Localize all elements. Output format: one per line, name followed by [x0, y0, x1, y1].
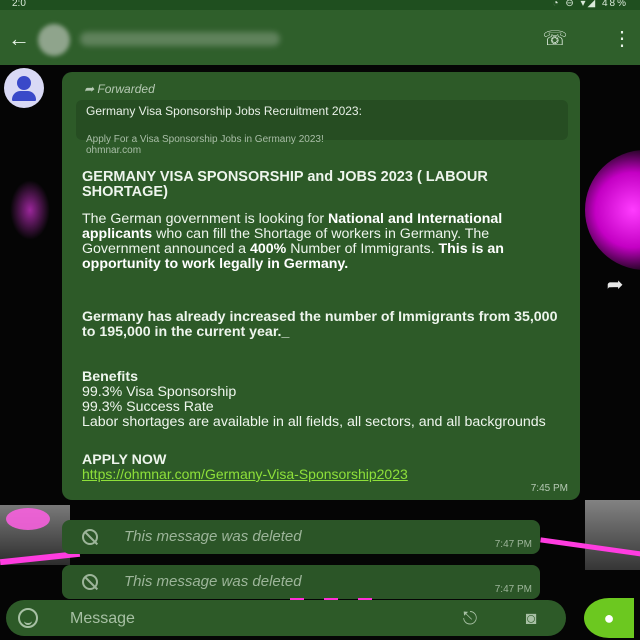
para1-text-e: Number of Immigrants. [286, 241, 439, 257]
deleted-message-time: 7:47 PM [494, 539, 532, 550]
person-body-icon [12, 91, 36, 101]
forwarded-text: Forwarded [97, 82, 155, 96]
benefit-item: Labor shortages are available in all fie… [82, 414, 546, 430]
person-head-icon [17, 76, 31, 90]
blocked-icon [82, 574, 98, 590]
link-preview-title: Germany Visa Sponsorship Jobs Recruitmen… [86, 104, 362, 118]
sender-avatar[interactable] [4, 68, 44, 108]
chat-header: ← ☏ ⋮ [0, 10, 640, 65]
contact-name-blurred[interactable] [80, 32, 280, 46]
forwarded-icon: ➦ [84, 82, 98, 96]
para1-text-a: The German government is looking for [82, 211, 329, 227]
wallpaper-glow [10, 180, 50, 240]
message-input[interactable] [68, 605, 412, 633]
status-icons: ◔ ⊖ ▾◢ 48% [552, 0, 628, 9]
message-bubble[interactable]: ➦ Forwarded Germany Visa Sponsorship Job… [62, 72, 580, 500]
preview-domain: ohmnar.com [86, 145, 142, 156]
benefits-list: 99.3% Visa Sponsorship 99.3% Success Rat… [82, 385, 568, 430]
message-heading: GERMANY VISA SPONSORSHIP and JOBS 2023 (… [82, 169, 488, 200]
wallpaper-magenta-arc [585, 150, 640, 270]
deleted-message-text: This message was deleted [124, 528, 302, 545]
contact-avatar[interactable] [38, 24, 70, 56]
forwarded-label: ➦ Forwarded [84, 82, 155, 96]
forward-arrow-icon[interactable]: ➦ [600, 275, 630, 295]
para1-text-d: 400% [250, 241, 287, 257]
back-arrow-icon[interactable]: ← [6, 26, 32, 52]
sender-avatar-2[interactable] [6, 508, 50, 530]
status-time: 2:0 [12, 0, 26, 9]
benefits-title: Benefits [82, 369, 138, 385]
emoji-icon[interactable] [18, 608, 38, 628]
deleted-message[interactable]: This message was deleted 7:47 PM [62, 520, 540, 554]
deleted-message-text: This message was deleted [124, 573, 302, 590]
apply-link[interactable]: https://ohmnar.com/Germany-Visa-Sponsors… [82, 467, 502, 482]
message-paragraph-2: Germany has already increased the number… [82, 309, 558, 340]
deleted-message-time: 7:47 PM [494, 584, 532, 595]
benefit-item: 99.3% Success Rate [82, 399, 214, 415]
message-composer: ⎋ ◙ [6, 600, 566, 636]
attach-icon[interactable]: ⎋ [458, 606, 482, 630]
more-vert-icon[interactable]: ⋮ [610, 26, 634, 52]
link-preview-description: Apply For a Visa Sponsorship Jobs in Ger… [86, 134, 556, 156]
blocked-icon [82, 529, 98, 545]
mic-icon[interactable]: ● [584, 598, 634, 638]
deleted-message[interactable]: This message was deleted 7:47 PM [62, 565, 540, 599]
add-call-icon[interactable]: ☏ [540, 26, 570, 52]
message-time: 7:45 PM [530, 483, 568, 494]
status-bar: 2:0 ◔ ⊖ ▾◢ 48% [0, 0, 640, 10]
preview-desc-text: Apply For a Visa Sponsorship Jobs in Ger… [86, 134, 324, 145]
camera-icon[interactable]: ◙ [518, 606, 544, 630]
message-paragraph-1: The German government is looking for Nat… [82, 212, 568, 272]
benefit-item: 99.3% Visa Sponsorship [82, 384, 237, 400]
wallpaper-rocks-right [585, 500, 640, 570]
